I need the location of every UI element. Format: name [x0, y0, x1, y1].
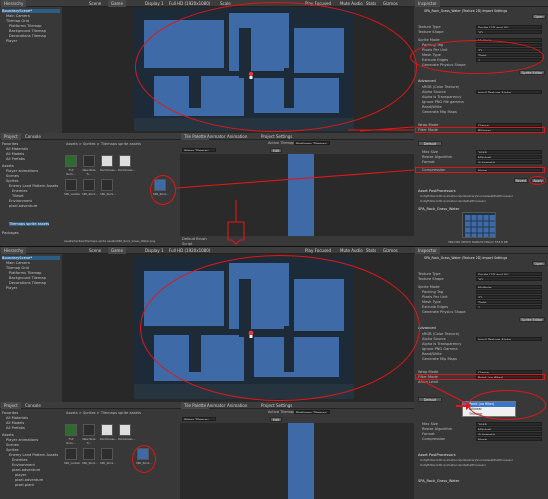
top-screenshot: Hierarchy BoundaryScene* Main Camera Til… [0, 0, 548, 257]
annotation-lines [414, 376, 471, 410]
bottom-screenshot: Hierarchy BoundaryScene* Main Camera Til… [0, 246, 548, 499]
